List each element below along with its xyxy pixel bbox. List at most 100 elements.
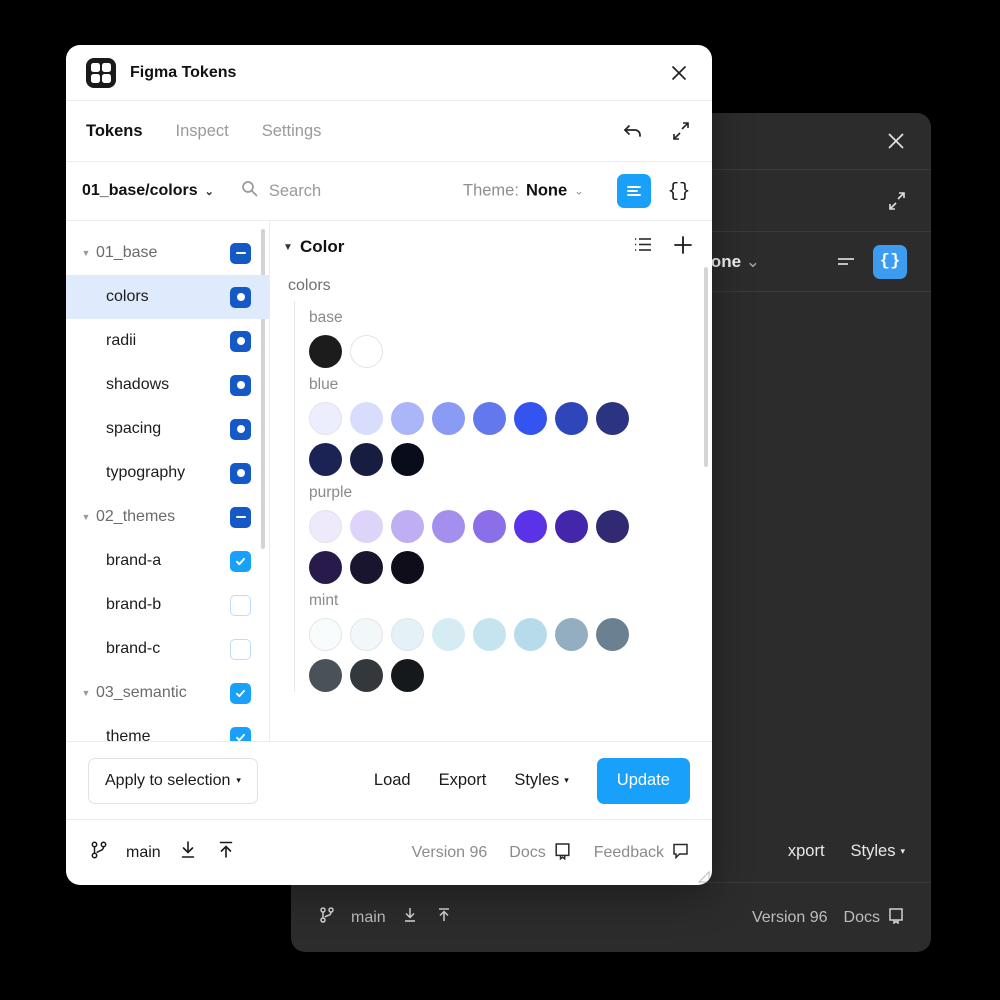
- tab-inspect[interactable]: Inspect: [176, 122, 229, 141]
- set-state-dot[interactable]: [230, 462, 251, 484]
- section-header-color[interactable]: ▼ Color: [270, 221, 712, 273]
- content-scrollbar[interactable]: [704, 267, 708, 467]
- tab-tokens[interactable]: Tokens: [86, 122, 143, 141]
- resize-handle[interactable]: [696, 869, 710, 883]
- color-swatch[interactable]: [309, 443, 342, 476]
- color-swatch[interactable]: [350, 551, 383, 584]
- list-view-icon[interactable]: [617, 174, 651, 208]
- sidebar-item-theme[interactable]: theme: [66, 715, 269, 741]
- color-swatch[interactable]: [391, 659, 424, 692]
- color-swatch[interactable]: [473, 402, 506, 435]
- color-swatch[interactable]: [309, 659, 342, 692]
- set-state-dot[interactable]: [230, 418, 251, 440]
- color-swatch[interactable]: [391, 510, 424, 543]
- set-state-minus[interactable]: [230, 506, 251, 528]
- collapse-icon[interactable]: [668, 118, 694, 144]
- sidebar-item-brand-a[interactable]: brand-a: [66, 539, 269, 583]
- sidebar-item-label: radii: [106, 332, 137, 349]
- color-swatch[interactable]: [596, 618, 629, 651]
- color-swatch[interactable]: [350, 335, 383, 368]
- sidebar-item-brand-b[interactable]: brand-b: [66, 583, 269, 627]
- sidebar-item-spacing[interactable]: spacing: [66, 407, 269, 451]
- upload-icon[interactable]: [215, 839, 237, 866]
- color-swatch[interactable]: [555, 510, 588, 543]
- color-swatch[interactable]: [555, 402, 588, 435]
- close-icon[interactable]: [666, 60, 692, 86]
- color-swatch[interactable]: [350, 510, 383, 543]
- theme-selector[interactable]: Theme: None ⌄: [463, 182, 583, 201]
- docs-link[interactable]: Docs: [509, 841, 571, 865]
- set-state-minus[interactable]: [230, 242, 251, 264]
- sidebar-item-typography[interactable]: typography: [66, 451, 269, 495]
- set-state-checked[interactable]: [230, 726, 251, 741]
- sidebar-item-label: brand-c: [106, 640, 161, 657]
- styles-button[interactable]: Styles ▾: [514, 771, 568, 790]
- token-group-name: colors: [288, 277, 331, 294]
- color-swatch[interactable]: [432, 510, 465, 543]
- dark-styles-button[interactable]: Styles ▾: [851, 842, 905, 861]
- sidebar-item-radii[interactable]: radii: [66, 319, 269, 363]
- color-swatch[interactable]: [309, 510, 342, 543]
- set-state-dot[interactable]: [230, 330, 251, 352]
- set-state-dot[interactable]: [230, 374, 251, 396]
- color-swatch[interactable]: [391, 402, 424, 435]
- color-swatch[interactable]: [309, 402, 342, 435]
- color-swatch[interactable]: [432, 618, 465, 651]
- close-icon[interactable]: [883, 128, 909, 154]
- screen-root: eme: None ⌄ {} s": { e": { lack": { "val…: [0, 0, 1000, 1000]
- sidebar-item-02_themes[interactable]: ▼ 02_themes: [66, 495, 269, 539]
- color-swatch[interactable]: [391, 443, 424, 476]
- json-view-icon[interactable]: {}: [873, 244, 907, 279]
- list-view-icon[interactable]: [833, 249, 859, 275]
- dark-export-button[interactable]: xport: [788, 842, 825, 861]
- set-state-unchecked[interactable]: [230, 638, 251, 660]
- plus-icon[interactable]: [672, 234, 694, 261]
- sidebar-item-colors[interactable]: colors: [66, 275, 269, 319]
- dark-docs-link[interactable]: Docs: [844, 906, 905, 929]
- sidebar-item-brand-c[interactable]: brand-c: [66, 627, 269, 671]
- load-button[interactable]: Load: [374, 771, 411, 790]
- sidebar-item-01_base[interactable]: ▼ 01_base: [66, 231, 269, 275]
- set-state-unchecked[interactable]: [230, 594, 251, 616]
- feedback-link[interactable]: Feedback: [594, 841, 690, 865]
- set-state-checked[interactable]: [230, 682, 251, 704]
- color-swatch[interactable]: [391, 551, 424, 584]
- color-swatch[interactable]: [514, 402, 547, 435]
- sidebar-item-03_semantic[interactable]: ▼ 03_semantic: [66, 671, 269, 715]
- download-icon[interactable]: [177, 839, 199, 866]
- breadcrumb[interactable]: 01_base/colors ⌄: [82, 182, 214, 200]
- color-swatch[interactable]: [350, 618, 383, 651]
- color-swatch[interactable]: [596, 402, 629, 435]
- download-icon[interactable]: [400, 905, 420, 930]
- color-swatch[interactable]: [309, 551, 342, 584]
- ramp-blue: blue: [309, 368, 712, 476]
- set-state-checked[interactable]: [230, 550, 251, 572]
- undo-icon[interactable]: [620, 118, 646, 144]
- collapse-icon[interactable]: [883, 187, 911, 215]
- color-swatch[interactable]: [309, 618, 342, 651]
- color-swatch[interactable]: [350, 443, 383, 476]
- upload-icon[interactable]: [434, 905, 454, 930]
- json-view-icon[interactable]: {}: [664, 176, 694, 206]
- dark-branch-group[interactable]: main: [317, 905, 454, 930]
- set-state-dot[interactable]: [230, 286, 251, 308]
- tab-settings[interactable]: Settings: [262, 122, 322, 141]
- color-swatch[interactable]: [432, 402, 465, 435]
- sidebar-item-shadows[interactable]: shadows: [66, 363, 269, 407]
- color-swatch[interactable]: [514, 510, 547, 543]
- update-button[interactable]: Update: [596, 757, 690, 804]
- list-icon[interactable]: [633, 234, 654, 260]
- chevron-down-icon: ⌄: [204, 185, 214, 198]
- color-swatch[interactable]: [473, 510, 506, 543]
- color-swatch[interactable]: [350, 402, 383, 435]
- apply-to-selection-button[interactable]: Apply to selection ▾: [88, 757, 258, 804]
- color-swatch[interactable]: [596, 510, 629, 543]
- color-swatch[interactable]: [350, 659, 383, 692]
- color-swatch[interactable]: [391, 618, 424, 651]
- color-swatch[interactable]: [555, 618, 588, 651]
- color-swatch[interactable]: [473, 618, 506, 651]
- search-input[interactable]: Search: [240, 179, 321, 203]
- export-button[interactable]: Export: [439, 771, 487, 790]
- color-swatch[interactable]: [309, 335, 342, 368]
- color-swatch[interactable]: [514, 618, 547, 651]
